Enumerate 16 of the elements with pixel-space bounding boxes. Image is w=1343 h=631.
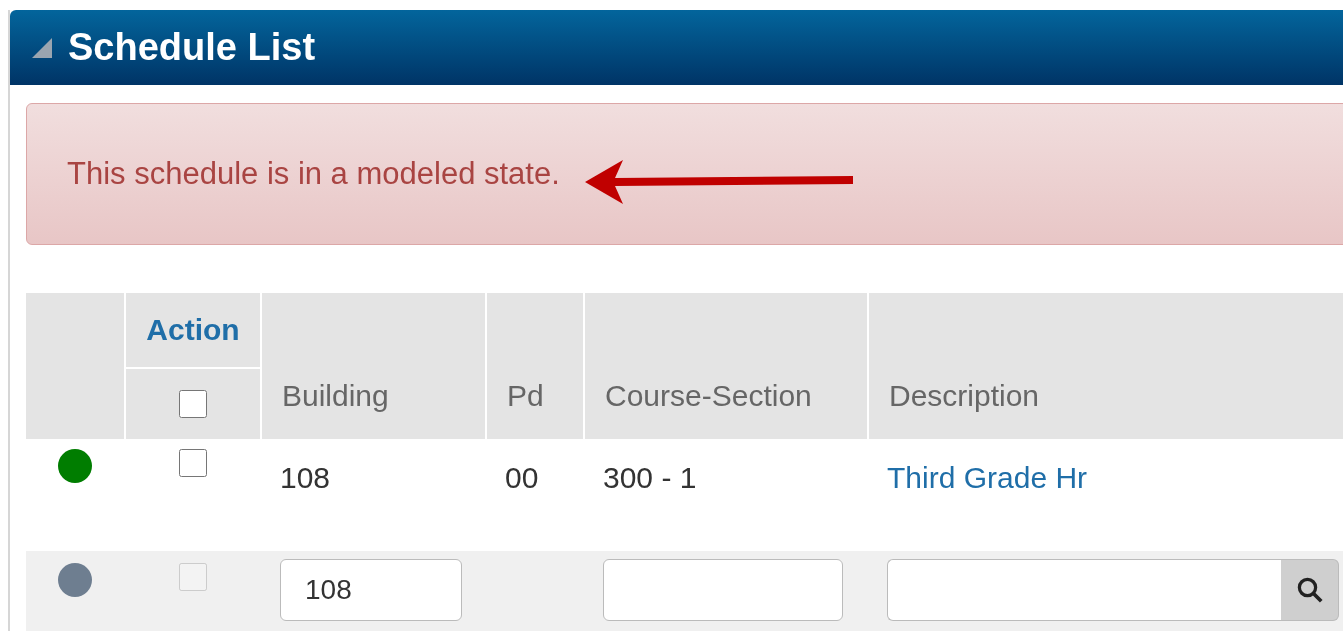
- column-heading: Building: [282, 379, 389, 413]
- building-value: 108: [280, 460, 331, 495]
- select-all-checkbox[interactable]: [179, 390, 207, 418]
- period-value: 00: [505, 460, 539, 495]
- building-input[interactable]: 108: [280, 559, 462, 621]
- row-checkbox[interactable]: [179, 449, 207, 477]
- action-heading: Action: [146, 313, 240, 347]
- column-heading: Course-Section: [605, 379, 812, 413]
- course-section-input[interactable]: [603, 559, 843, 621]
- alert-message: This schedule is in a modeled state.: [67, 156, 560, 192]
- column-heading: Description: [889, 379, 1040, 413]
- collapse-triangle-icon[interactable]: [32, 37, 52, 58]
- course-section-value: 300 - 1: [603, 460, 697, 495]
- panel-title: Schedule List: [68, 26, 316, 69]
- description-link[interactable]: Third Grade Hr: [887, 449, 1088, 495]
- column-heading: Pd: [507, 379, 544, 413]
